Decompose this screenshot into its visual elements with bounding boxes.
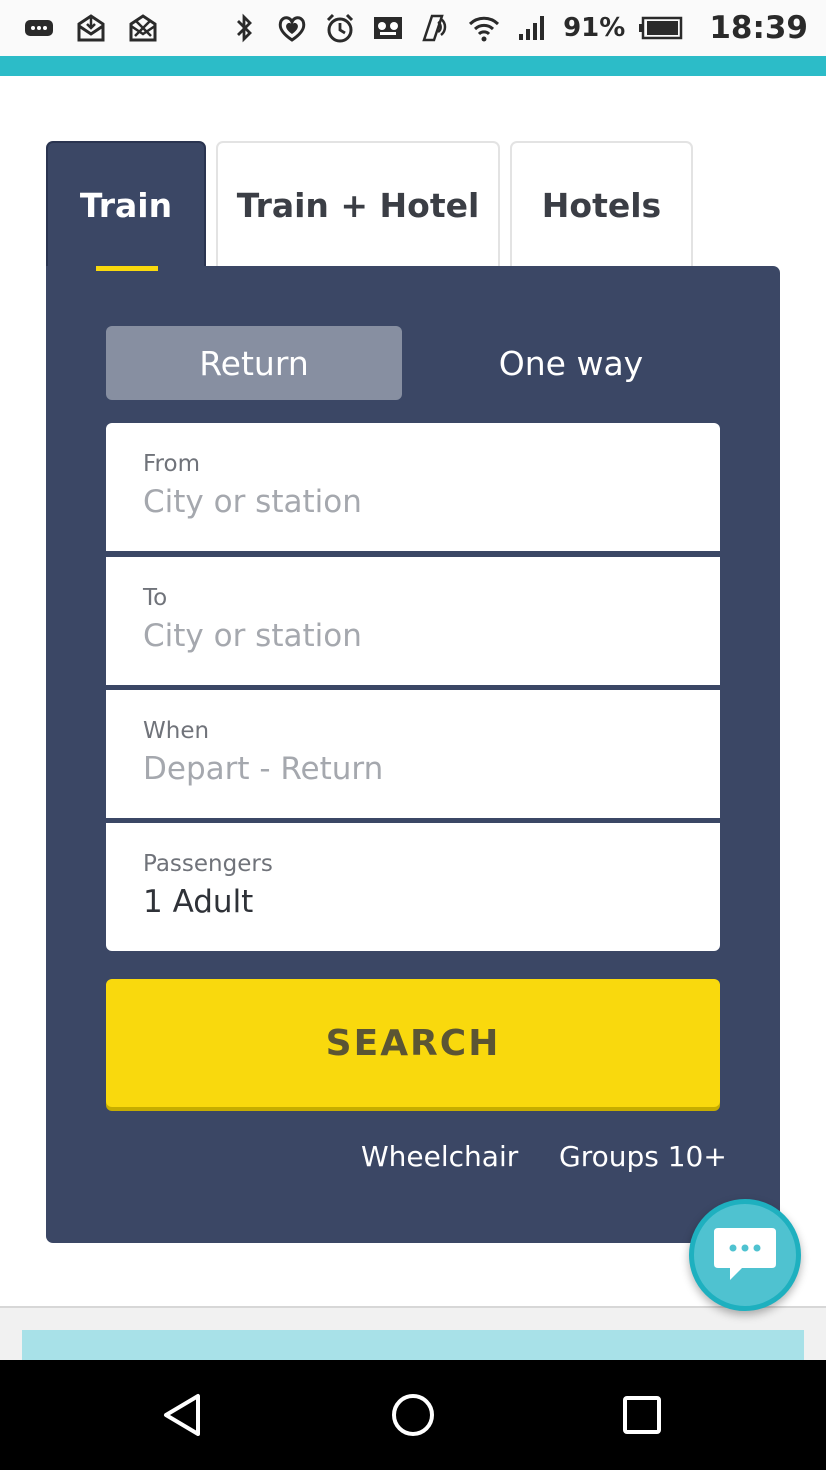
tab-train-hotel[interactable]: Train + Hotel	[216, 141, 500, 267]
recent-apps-icon	[623, 1396, 661, 1434]
passengers-value[interactable]: 1 Adult	[143, 884, 253, 920]
passengers-label: Passengers	[143, 851, 273, 877]
alarm-icon	[323, 11, 357, 45]
battery-icon	[639, 11, 685, 45]
status-bar: 91% 18:39	[0, 0, 826, 56]
passengers-field[interactable]: Passengers 1 Adult	[106, 823, 720, 951]
wheelchair-link[interactable]: Wheelchair	[361, 1140, 518, 1173]
when-label: When	[143, 718, 210, 744]
nfc-icon	[419, 11, 453, 45]
more-icon	[22, 11, 56, 45]
voicemail-icon	[371, 11, 405, 45]
heart-shield-icon	[275, 11, 309, 45]
home-icon	[392, 1394, 434, 1436]
from-label: From	[143, 451, 200, 477]
home-button[interactable]	[388, 1390, 438, 1440]
status-bar-right: 91% 18:39	[227, 8, 808, 48]
tab-hotels[interactable]: Hotels	[510, 141, 693, 267]
from-input[interactable]: City or station	[143, 484, 362, 520]
groups-link[interactable]: Groups 10+	[559, 1140, 727, 1173]
status-bar-left	[22, 8, 160, 48]
clock: 18:39	[709, 10, 808, 46]
bluetooth-icon	[227, 11, 261, 45]
mail-download-icon	[74, 11, 108, 45]
chat-button[interactable]	[689, 1199, 801, 1311]
to-label: To	[143, 585, 168, 611]
navigation-bar	[0, 1360, 826, 1470]
recent-apps-button[interactable]	[617, 1390, 667, 1440]
battery-percent: 91%	[563, 13, 626, 43]
header-accent-strip	[0, 56, 826, 76]
from-field[interactable]: From City or station	[106, 423, 720, 551]
mail-icon	[126, 11, 160, 45]
chat-icon	[714, 1228, 776, 1280]
when-input[interactable]: Depart - Return	[143, 751, 383, 787]
lower-teal-banner	[22, 1330, 804, 1360]
return-toggle-button[interactable]: Return	[106, 326, 402, 400]
search-button[interactable]: SEARCH	[106, 979, 720, 1107]
to-input[interactable]: City or station	[143, 618, 362, 654]
active-tab-indicator	[96, 266, 158, 271]
one-way-toggle-button[interactable]: One way	[422, 326, 720, 400]
back-button[interactable]	[158, 1390, 208, 1440]
back-icon	[164, 1394, 200, 1436]
signal-icon	[515, 11, 549, 45]
when-field[interactable]: When Depart - Return	[106, 690, 720, 818]
to-field[interactable]: To City or station	[106, 557, 720, 685]
wifi-icon	[467, 11, 501, 45]
tab-train[interactable]: Train	[46, 141, 206, 267]
